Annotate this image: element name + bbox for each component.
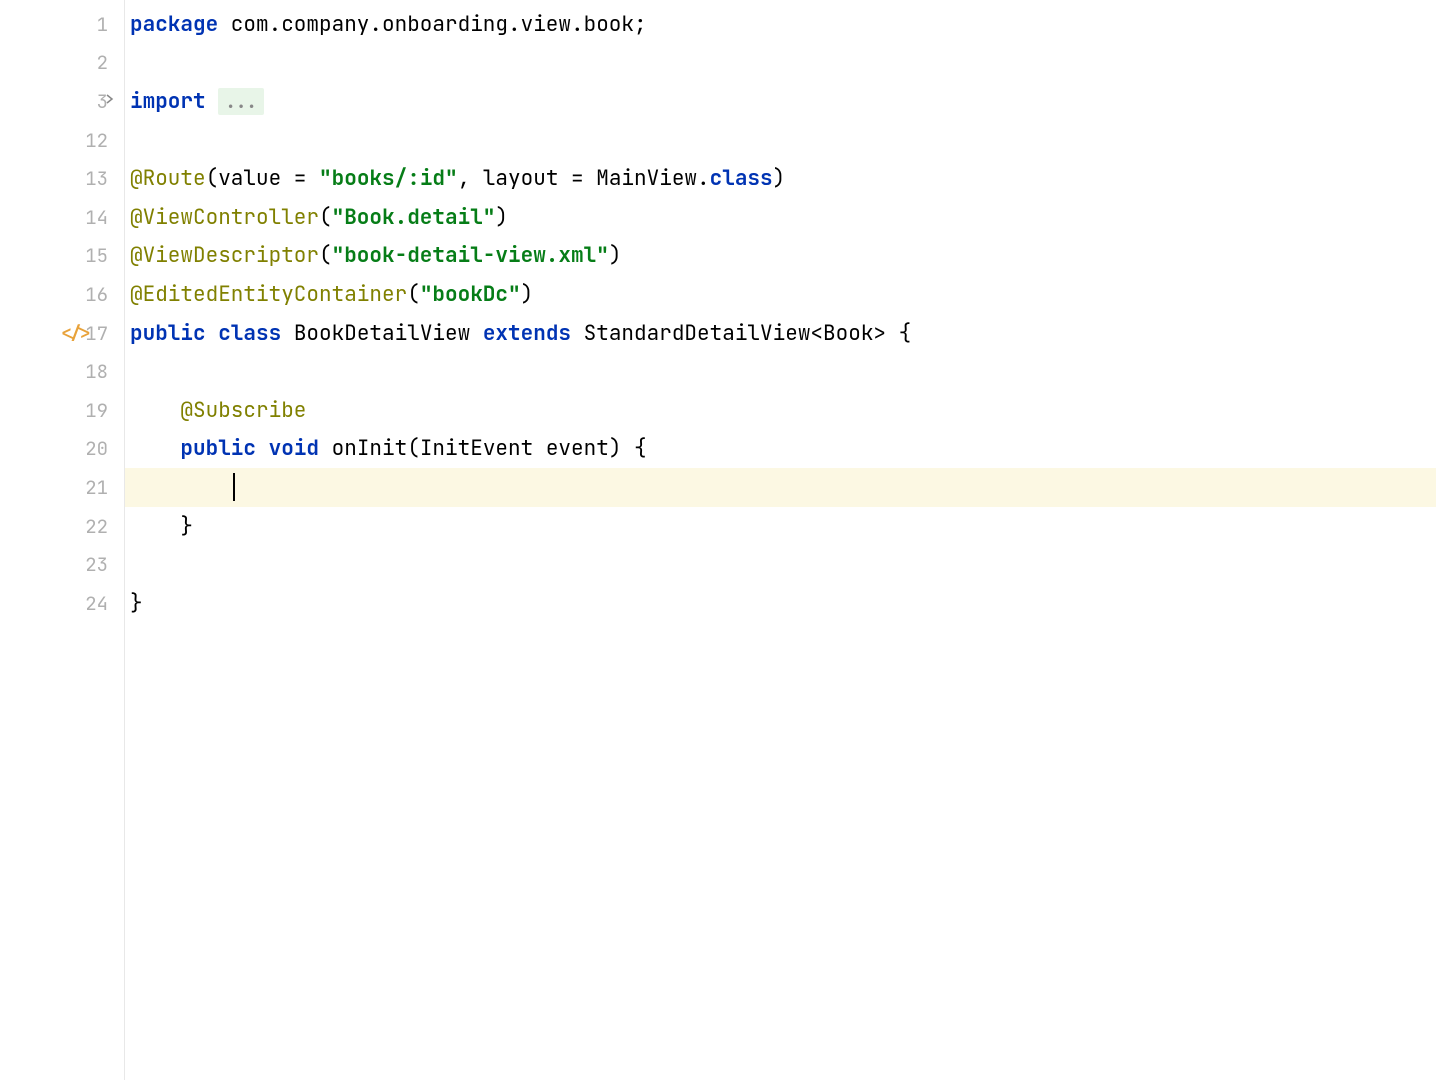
code-line[interactable]: import ... (125, 82, 1436, 121)
line-number: 13 (78, 166, 118, 191)
gutter-row[interactable]: 2 (0, 44, 124, 83)
keyword: class (710, 165, 773, 192)
gutter-row[interactable]: 18 (0, 352, 124, 391)
code-text: ) (521, 281, 534, 308)
line-number: 15 (78, 243, 118, 268)
keyword: void (256, 435, 319, 462)
gutter-row[interactable]: </> 17 (0, 314, 124, 353)
gutter-row[interactable]: 22 (0, 507, 124, 546)
line-number: 22 (78, 514, 118, 539)
line-number: 2 (78, 50, 118, 75)
code-text: ( (319, 242, 332, 269)
line-number: 12 (78, 128, 118, 153)
code-line[interactable]: @EditedEntityContainer("bookDc") (125, 275, 1436, 314)
line-number: 23 (78, 552, 118, 577)
code-text: StandardDetailView<Book> { (571, 320, 911, 347)
string-literal: "bookDc" (420, 281, 521, 308)
code-line[interactable] (125, 545, 1436, 584)
gutter-row[interactable]: 16 (0, 275, 124, 314)
code-line[interactable]: package com.company.onboarding.view.book… (125, 5, 1436, 44)
line-number-gutter: 1 2 3 12 13 14 15 16 </> 17 18 19 20 21 … (0, 0, 125, 1080)
annotation: @ViewController (130, 204, 319, 231)
code-editor[interactable]: package com.company.onboarding.view.book… (125, 0, 1436, 1080)
gutter-row[interactable]: 24 (0, 584, 124, 623)
keyword: public (180, 435, 256, 462)
package-name: com.company.onboarding.view.book; (218, 11, 646, 38)
code-text: } (130, 590, 143, 617)
annotation: @Route (130, 165, 206, 192)
indent (130, 513, 180, 540)
annotation: @Subscribe (180, 397, 306, 424)
string-literal: "books/:id" (319, 165, 458, 192)
folded-region[interactable]: ... (218, 88, 264, 115)
indent (130, 397, 180, 424)
code-line[interactable] (125, 44, 1436, 83)
code-line[interactable] (125, 352, 1436, 391)
gutter-row[interactable]: 15 (0, 237, 124, 276)
code-line-current[interactable] (125, 468, 1436, 507)
line-number: 20 (78, 436, 118, 461)
fold-expand-icon[interactable] (104, 92, 116, 110)
method-signature: onInit(InitEvent event) { (319, 435, 647, 462)
line-number: 1 (78, 12, 118, 37)
code-line[interactable]: public class BookDetailView extends Stan… (125, 314, 1436, 353)
annotation: @ViewDescriptor (130, 242, 319, 269)
string-literal: "Book.detail" (332, 204, 496, 231)
code-line[interactable]: @Subscribe (125, 391, 1436, 430)
text-cursor (233, 473, 235, 501)
keyword: class (206, 320, 282, 347)
line-number: 18 (78, 359, 118, 384)
string-literal: "book-detail-view.xml" (332, 242, 609, 269)
keyword: package (130, 11, 218, 38)
code-text: ) (609, 242, 622, 269)
indent (130, 435, 180, 462)
code-text: ) (773, 165, 786, 192)
gutter-row[interactable]: 12 (0, 121, 124, 160)
code-text: ( (407, 281, 420, 308)
code-text: ) (495, 204, 508, 231)
code-text: , layout = MainView. (458, 165, 710, 192)
line-number: 24 (78, 591, 118, 616)
gutter-row[interactable]: 19 (0, 391, 124, 430)
code-line[interactable]: } (125, 584, 1436, 623)
gutter-row[interactable]: 20 (0, 430, 124, 469)
keyword: public (130, 320, 206, 347)
gutter-row[interactable]: 21 (0, 468, 124, 507)
code-text: } (180, 513, 193, 540)
implements-icon[interactable]: </> (60, 322, 92, 345)
annotation: @EditedEntityContainer (130, 281, 407, 308)
line-number: 14 (78, 205, 118, 230)
code-line[interactable] (125, 121, 1436, 160)
gutter-row[interactable]: 1 (0, 5, 124, 44)
keyword: import (130, 88, 206, 115)
line-number: 16 (78, 282, 118, 307)
line-number: 21 (78, 475, 118, 500)
code-text: (value = (206, 165, 319, 192)
gutter-row[interactable]: 13 (0, 159, 124, 198)
keyword: extends (483, 320, 571, 347)
line-number: 19 (78, 398, 118, 423)
gutter-row[interactable]: 3 (0, 82, 124, 121)
gutter-row[interactable]: 23 (0, 545, 124, 584)
code-line[interactable]: @Route(value = "books/:id", layout = Mai… (125, 159, 1436, 198)
gutter-row[interactable]: 14 (0, 198, 124, 237)
code-text: ( (319, 204, 332, 231)
class-name: BookDetailView (281, 320, 483, 347)
code-line[interactable]: } (125, 507, 1436, 546)
indent (130, 474, 231, 501)
code-line[interactable]: @ViewController("Book.detail") (125, 198, 1436, 237)
code-line[interactable]: @ViewDescriptor("book-detail-view.xml") (125, 237, 1436, 276)
code-line[interactable]: public void onInit(InitEvent event) { (125, 430, 1436, 469)
